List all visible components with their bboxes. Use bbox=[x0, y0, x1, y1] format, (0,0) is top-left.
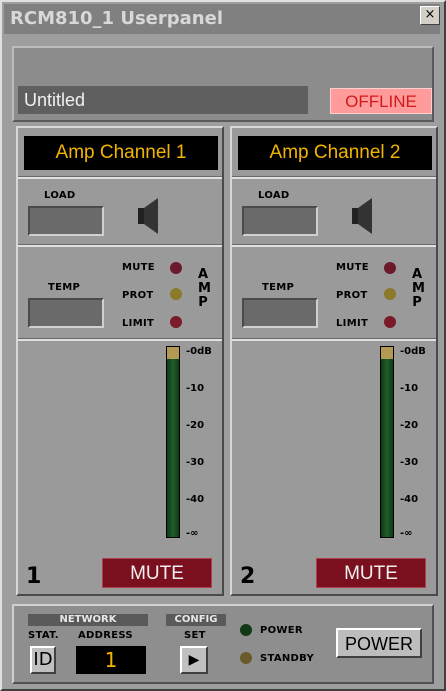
meter-scale-label: -40 bbox=[186, 494, 205, 505]
channel-strip-1: Amp Channel 1 LOAD MUTE PROT LIMIT A M P… bbox=[16, 126, 224, 596]
limit-led-label: LIMIT bbox=[336, 318, 369, 329]
divider bbox=[232, 338, 436, 341]
level-meter bbox=[380, 346, 394, 538]
standby-led-label: STANDBY bbox=[260, 653, 315, 664]
meter-scale-label: -∞ bbox=[186, 528, 199, 539]
mute-button[interactable]: MUTE bbox=[102, 558, 212, 588]
divider bbox=[18, 176, 222, 179]
meter-scale-label: -10 bbox=[186, 383, 205, 394]
address-label: ADDRESS bbox=[78, 630, 133, 641]
bottom-panel: NETWORK STAT. ADDRESS ID 1 CONFIG SET ▶ … bbox=[12, 604, 434, 684]
title-field[interactable]: Untitled bbox=[18, 86, 308, 114]
id-button[interactable]: ID bbox=[30, 646, 56, 674]
mute-button[interactable]: MUTE bbox=[316, 558, 426, 588]
amp-letter: A bbox=[198, 267, 209, 282]
amp-letter: P bbox=[412, 295, 422, 310]
divider bbox=[232, 244, 436, 247]
mute-led bbox=[384, 262, 396, 274]
meter-scale-label: -0dB bbox=[186, 346, 212, 357]
load-label: LOAD bbox=[258, 190, 290, 201]
speaker-icon bbox=[352, 198, 372, 234]
power-button[interactable]: POWER bbox=[336, 628, 422, 658]
channel-number: 2 bbox=[240, 564, 256, 589]
meter-peak bbox=[167, 347, 179, 359]
set-label: SET bbox=[184, 630, 206, 641]
window-title: RCM810_1 Userpanel bbox=[10, 8, 223, 29]
divider bbox=[232, 176, 436, 179]
meter-scale-label: -0dB bbox=[400, 346, 426, 357]
prot-led bbox=[170, 288, 182, 300]
amp-letter: A bbox=[412, 267, 423, 282]
meter-scale-label: -20 bbox=[400, 420, 419, 431]
mute-led-label: MUTE bbox=[336, 262, 369, 273]
mute-led bbox=[170, 262, 182, 274]
speaker-icon bbox=[138, 198, 158, 234]
temp-label: TEMP bbox=[262, 282, 295, 293]
divider bbox=[18, 338, 222, 341]
limit-led bbox=[384, 316, 396, 328]
meter-scale-label: -20 bbox=[186, 420, 205, 431]
meter-fill bbox=[167, 359, 179, 537]
channel-strip-2: Amp Channel 2 LOAD MUTE PROT LIMIT A M P… bbox=[230, 126, 438, 596]
meter-peak bbox=[381, 347, 393, 359]
temp-display bbox=[242, 298, 318, 328]
temp-label: TEMP bbox=[48, 282, 81, 293]
network-group-label: NETWORK bbox=[28, 614, 148, 626]
amp-letter: M bbox=[412, 281, 425, 296]
amp-letter: P bbox=[198, 295, 208, 310]
load-label: LOAD bbox=[44, 190, 76, 201]
channel-name: Amp Channel 2 bbox=[238, 136, 432, 170]
channel-number: 1 bbox=[26, 564, 42, 589]
prot-led-label: PROT bbox=[336, 290, 368, 301]
power-led bbox=[240, 624, 252, 636]
close-button[interactable]: × bbox=[420, 6, 440, 25]
amp-letter: M bbox=[198, 281, 211, 296]
config-group-label: CONFIG bbox=[166, 614, 226, 626]
divider bbox=[18, 244, 222, 247]
meter-scale-label: -30 bbox=[400, 457, 419, 468]
amp-label: A M P bbox=[198, 267, 211, 310]
window-titlebar: RCM810_1 Userpanel bbox=[4, 4, 440, 34]
amp-label: A M P bbox=[412, 267, 425, 310]
stat-label: STAT. bbox=[28, 630, 59, 641]
load-display bbox=[28, 206, 104, 236]
mute-led-label: MUTE bbox=[122, 262, 155, 273]
limit-led-label: LIMIT bbox=[122, 318, 155, 329]
meter-scale-label: -40 bbox=[400, 494, 419, 505]
channel-name: Amp Channel 1 bbox=[24, 136, 218, 170]
prot-led bbox=[384, 288, 396, 300]
prot-led-label: PROT bbox=[122, 290, 154, 301]
load-display bbox=[242, 206, 318, 236]
meter-scale-label: -10 bbox=[400, 383, 419, 394]
meter-fill bbox=[381, 359, 393, 537]
address-display: 1 bbox=[76, 646, 146, 674]
meter-scale-label: -30 bbox=[186, 457, 205, 468]
limit-led bbox=[170, 316, 182, 328]
power-led-label: POWER bbox=[260, 625, 303, 636]
meter-scale-label: -∞ bbox=[400, 528, 413, 539]
level-meter bbox=[166, 346, 180, 538]
temp-display bbox=[28, 298, 104, 328]
status-badge: OFFLINE bbox=[330, 88, 432, 114]
set-button[interactable]: ▶ bbox=[180, 646, 208, 674]
standby-led bbox=[240, 652, 252, 664]
